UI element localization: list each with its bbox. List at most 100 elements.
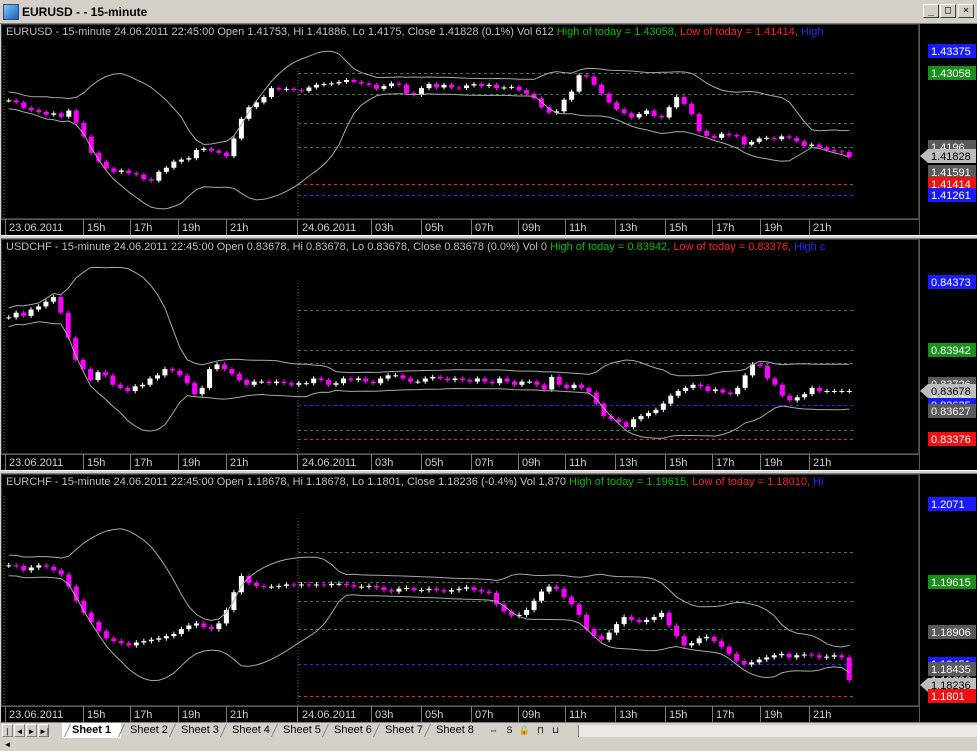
layout-bottom-icon[interactable]: ⊔: [549, 724, 562, 737]
candle-body: [690, 384, 696, 388]
layout-top-icon[interactable]: ⊓: [534, 724, 547, 737]
candle-body: [21, 312, 27, 316]
candle-body: [370, 381, 376, 384]
time-label: 19h: [764, 222, 782, 234]
window-title: EURUSD - - 15-minute: [22, 5, 148, 19]
candle-body: [653, 409, 659, 413]
time-label: 17h: [716, 222, 734, 234]
candle-body: [43, 111, 49, 115]
candle-body: [430, 376, 436, 379]
candle-body: [467, 380, 473, 382]
time-label: 15h: [669, 709, 687, 721]
next-sheet-button[interactable]: ►: [26, 724, 37, 737]
candle-body: [674, 625, 680, 637]
candle-body: [512, 381, 518, 385]
prev-sheet-button[interactable]: ◄: [14, 724, 25, 737]
ohlc-info: EURUSD - 15-minute 24.06.2011 22:45:00 O…: [6, 26, 554, 38]
candle-body: [464, 587, 470, 589]
time-label: 07h: [475, 457, 493, 469]
candle-body: [576, 75, 582, 92]
price-label: 1.41828: [931, 151, 971, 163]
time-label: 11h: [569, 709, 587, 721]
candle-body: [474, 378, 480, 382]
candle-body: [388, 590, 394, 592]
time-label: 23.06.2011: [9, 222, 63, 234]
candle-body: [614, 624, 620, 633]
maximize-button[interactable]: □: [940, 4, 956, 18]
minimize-button[interactable]: _: [923, 4, 939, 18]
candle-body: [591, 76, 597, 85]
ohlc-info: EURCHF - 15-minute 24.06.2011 22:45:00 O…: [6, 476, 566, 488]
time-label: 13h: [619, 457, 637, 469]
time-label: 15h: [669, 222, 687, 234]
candle-body: [73, 110, 79, 123]
time-label: 21h: [230, 222, 248, 234]
candle-body: [526, 381, 532, 383]
candle-body: [244, 380, 250, 385]
candle-body: [6, 565, 12, 567]
candle-body: [839, 655, 845, 658]
time-label: 13h: [619, 222, 637, 234]
candle-body: [831, 391, 837, 393]
candle-body: [236, 373, 242, 381]
ohlc-info: USDCHF - 15-minute 24.06.2011 22:45:00 O…: [6, 241, 547, 253]
candle-body: [749, 141, 755, 145]
candle-body: [328, 583, 334, 586]
candle-body: [343, 583, 349, 586]
first-sheet-button[interactable]: |◄: [2, 724, 13, 749]
usdchf-pane[interactable]: 23.06.2011 15h 17h 19h 21h 24.06.2011 03h 05h 07…: [1, 239, 977, 470]
candle-body: [659, 116, 665, 118]
candle-body: [261, 97, 267, 103]
time-label: 19h: [182, 457, 200, 469]
candle-body: [644, 619, 650, 623]
candle-body: [727, 392, 733, 395]
candle-body: [351, 80, 357, 83]
time-label: 21h: [230, 457, 248, 469]
eurusd-pane[interactable]: 23.06.2011 15h 17h 19h 21h 24.06.2011 03h 05h 07…: [1, 24, 977, 235]
high-of-today: High of today = 0.83942,: [550, 241, 671, 253]
close-button[interactable]: ×: [958, 4, 974, 18]
candle-body: [403, 588, 409, 590]
time-label: 15h: [87, 457, 105, 469]
candle-body: [816, 144, 822, 148]
candle-body: [373, 84, 379, 89]
last-sheet-button[interactable]: ►|: [38, 724, 49, 737]
candle-body: [363, 378, 369, 382]
candle-body: [358, 586, 364, 588]
candle-body: [366, 83, 372, 85]
candle-body: [554, 586, 560, 589]
candle-body: [51, 566, 57, 571]
horizontal-scrollbar[interactable]: [578, 725, 977, 737]
candle-body: [253, 583, 259, 586]
high-of-today: High of today = 1.19615,: [569, 476, 690, 488]
symbol-link-icon[interactable]: S: [503, 724, 516, 737]
candle-body: [794, 137, 800, 142]
candle-body: [318, 378, 324, 381]
candle-body: [35, 306, 41, 310]
candle-body: [636, 619, 642, 623]
candle-body: [216, 623, 222, 630]
candle-body: [321, 84, 327, 86]
candle-body: [786, 653, 792, 658]
candle-body: [456, 588, 462, 591]
lock-icon[interactable]: 🔒: [518, 724, 531, 737]
candle-body: [13, 312, 19, 318]
candle-body: [426, 84, 432, 89]
candle-body: [489, 381, 495, 384]
high-of-today: High of today = 1.43058,: [556, 26, 677, 38]
candle-body: [163, 167, 169, 172]
candle-body: [516, 86, 522, 91]
candle-body: [288, 383, 294, 385]
candle-body: [636, 114, 642, 118]
candle-body: [96, 622, 102, 632]
candle-body: [415, 381, 421, 383]
price-label: 1.43375: [931, 46, 971, 58]
eurchf-pane[interactable]: 23.06.2011 15h 17h 19h 21h 24.06.2011 03h 05h 07…: [1, 474, 977, 722]
price-label: 1.19615: [931, 577, 971, 589]
candle-body: [689, 103, 695, 115]
candle-body: [199, 387, 205, 395]
candle-body: [719, 641, 725, 647]
candle-body: [13, 100, 19, 103]
candle-body: [668, 395, 674, 404]
scroll-sync-icon[interactable]: ⇔: [487, 724, 500, 737]
